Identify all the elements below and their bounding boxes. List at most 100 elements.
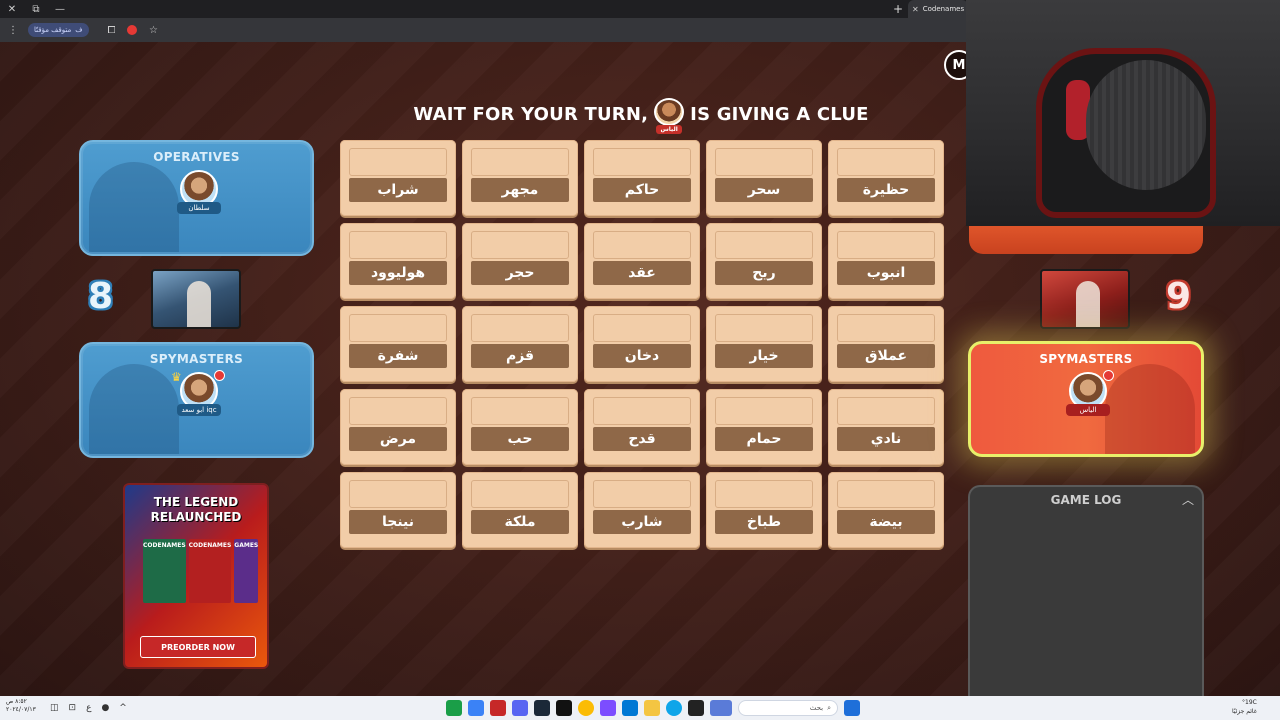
word-card[interactable]: شارب [584,472,700,548]
word-card[interactable]: نينجا [340,472,456,548]
card-word: عملاق [837,344,935,368]
promo-ad[interactable]: THE LEGEND RELAUNCHED CODENAMES CODENAME… [123,483,269,669]
player-name: سلطان [177,202,221,214]
notification-icon[interactable]: ◫ [50,703,59,713]
app-icon[interactable] [468,700,484,716]
word-card[interactable]: حاكم [584,140,700,216]
profile-paused-pill[interactable]: متوقف مؤقتًا ف [28,23,89,37]
app-icon[interactable] [688,700,704,716]
clock[interactable]: ٨:٥٢ ص ٢٠٢٤/٠٧/١٣ [6,698,36,714]
word-card[interactable]: انبوب [828,223,944,299]
word-card[interactable]: عقد [584,223,700,299]
card-word: دخان [593,344,691,368]
search-box[interactable]: بحث ⌕ [738,700,838,716]
card-picture-area [471,314,569,342]
agent-illustration [1105,364,1195,454]
word-card[interactable]: مرض [340,389,456,465]
word-card[interactable]: دخان [584,306,700,382]
profile-initial: ف [75,26,83,34]
red-operatives-panel [969,222,1203,254]
card-word: نادي [837,427,935,451]
app-icon[interactable] [600,700,616,716]
chevron-up-icon[interactable]: ^ [119,703,127,713]
word-card[interactable]: نادي [828,389,944,465]
more-menu-icon[interactable]: ⋮ [4,21,22,39]
system-tray: ◫ ⊡ ع ● ^ [50,696,127,720]
red-spymaster-player[interactable]: الياس [1058,370,1118,416]
weather-temp: °19C [1242,699,1257,706]
word-card[interactable]: قزم [462,306,578,382]
network-icon[interactable]: ⊡ [69,703,77,713]
game-log-panel[interactable]: GAME LOG ︿ [968,485,1204,696]
card-word: بيضة [837,510,935,534]
card-word: قزم [471,344,569,368]
extensions-icon[interactable]: ⧠ [103,21,121,39]
edge-icon[interactable] [666,700,682,716]
card-picture-area [837,480,935,508]
blue-operative-player[interactable]: سلطان [169,170,229,214]
agent-illustration [89,162,179,252]
card-word: نينجا [349,510,447,534]
word-card[interactable]: حب [462,389,578,465]
wifi-icon [1103,370,1114,381]
windows-start-icon[interactable] [844,700,860,716]
card-picture-area [715,397,813,425]
word-card[interactable]: هوليوود [340,223,456,299]
word-card[interactable]: حظيرة [828,140,944,216]
minimize-icon[interactable]: — [48,0,72,18]
card-word: سحر [715,178,813,202]
blue-spymasters-panel: SPYMASTERS ♛ ابو سعد iqc [79,342,314,458]
app-icon[interactable] [446,700,462,716]
app-icon[interactable] [556,700,572,716]
windows-taskbar: ٨:٥٢ ص ٢٠٢٤/٠٧/١٣ ◫ ⊡ ع ● ^ بحث ⌕ °19C غ… [0,696,1280,720]
card-word: طباخ [715,510,813,534]
card-picture-area [349,231,447,259]
word-card[interactable]: شفرة [340,306,456,382]
tab-close-icon[interactable]: ✕ [912,5,919,14]
steam-icon[interactable] [534,700,550,716]
word-card[interactable]: طباخ [706,472,822,548]
blue-spymaster-player[interactable]: ♛ ابو سعد iqc [169,370,229,416]
folder-icon[interactable] [644,700,660,716]
close-icon[interactable]: ✕ [0,0,24,18]
webcam-overlay [966,0,1280,226]
chevron-up-icon[interactable]: ︿ [1182,491,1194,508]
word-card[interactable]: حمام [706,389,822,465]
headline-text-after: IS GIVING A CLUE [690,103,869,125]
restore-icon[interactable]: ⧉ [24,0,48,18]
app-icon[interactable] [490,700,506,716]
word-card[interactable]: بيضة [828,472,944,548]
preorder-button[interactable]: PREORDER NOW [140,636,256,658]
word-card[interactable]: ملكة [462,472,578,548]
chrome-icon[interactable] [578,700,594,716]
word-card[interactable]: شراب [340,140,456,216]
app-icon[interactable] [622,700,638,716]
browser-tab[interactable]: ✕ Codenames Or [908,0,968,18]
word-card[interactable]: حجر [462,223,578,299]
weather-text: غائم جزئيًا [1232,708,1257,715]
card-picture-area [471,480,569,508]
blue-spymasters-title: SPYMASTERS [149,352,244,366]
ad-box: CODENAMES [188,539,232,603]
clock-time: ٨:٥٢ ص [6,698,27,705]
word-card[interactable]: سحر [706,140,822,216]
word-card[interactable]: مجهر [462,140,578,216]
taskbar-apps: بحث ⌕ [446,696,860,720]
game-log-title: GAME LOG [1050,493,1122,507]
star-icon[interactable]: ☆ [145,21,163,39]
discord-icon[interactable] [512,700,528,716]
new-tab-button[interactable]: + [890,0,906,18]
weather-widget[interactable]: °19C غائم جزئيًا [1232,698,1257,716]
card-picture-area [593,480,691,508]
word-card[interactable]: خيار [706,306,822,382]
card-word: عقد [593,261,691,285]
player-name: ابو سعد iqc [177,404,221,416]
blue-agent-card-art [151,269,241,329]
word-card[interactable]: قدح [584,389,700,465]
extension-record-icon[interactable] [126,25,137,35]
microphone-icon[interactable]: ● [101,703,109,713]
word-card[interactable]: عملاق [828,306,944,382]
language-icon[interactable]: ع [86,703,91,713]
word-card[interactable]: ريح [706,223,822,299]
app-icon[interactable] [710,700,732,716]
